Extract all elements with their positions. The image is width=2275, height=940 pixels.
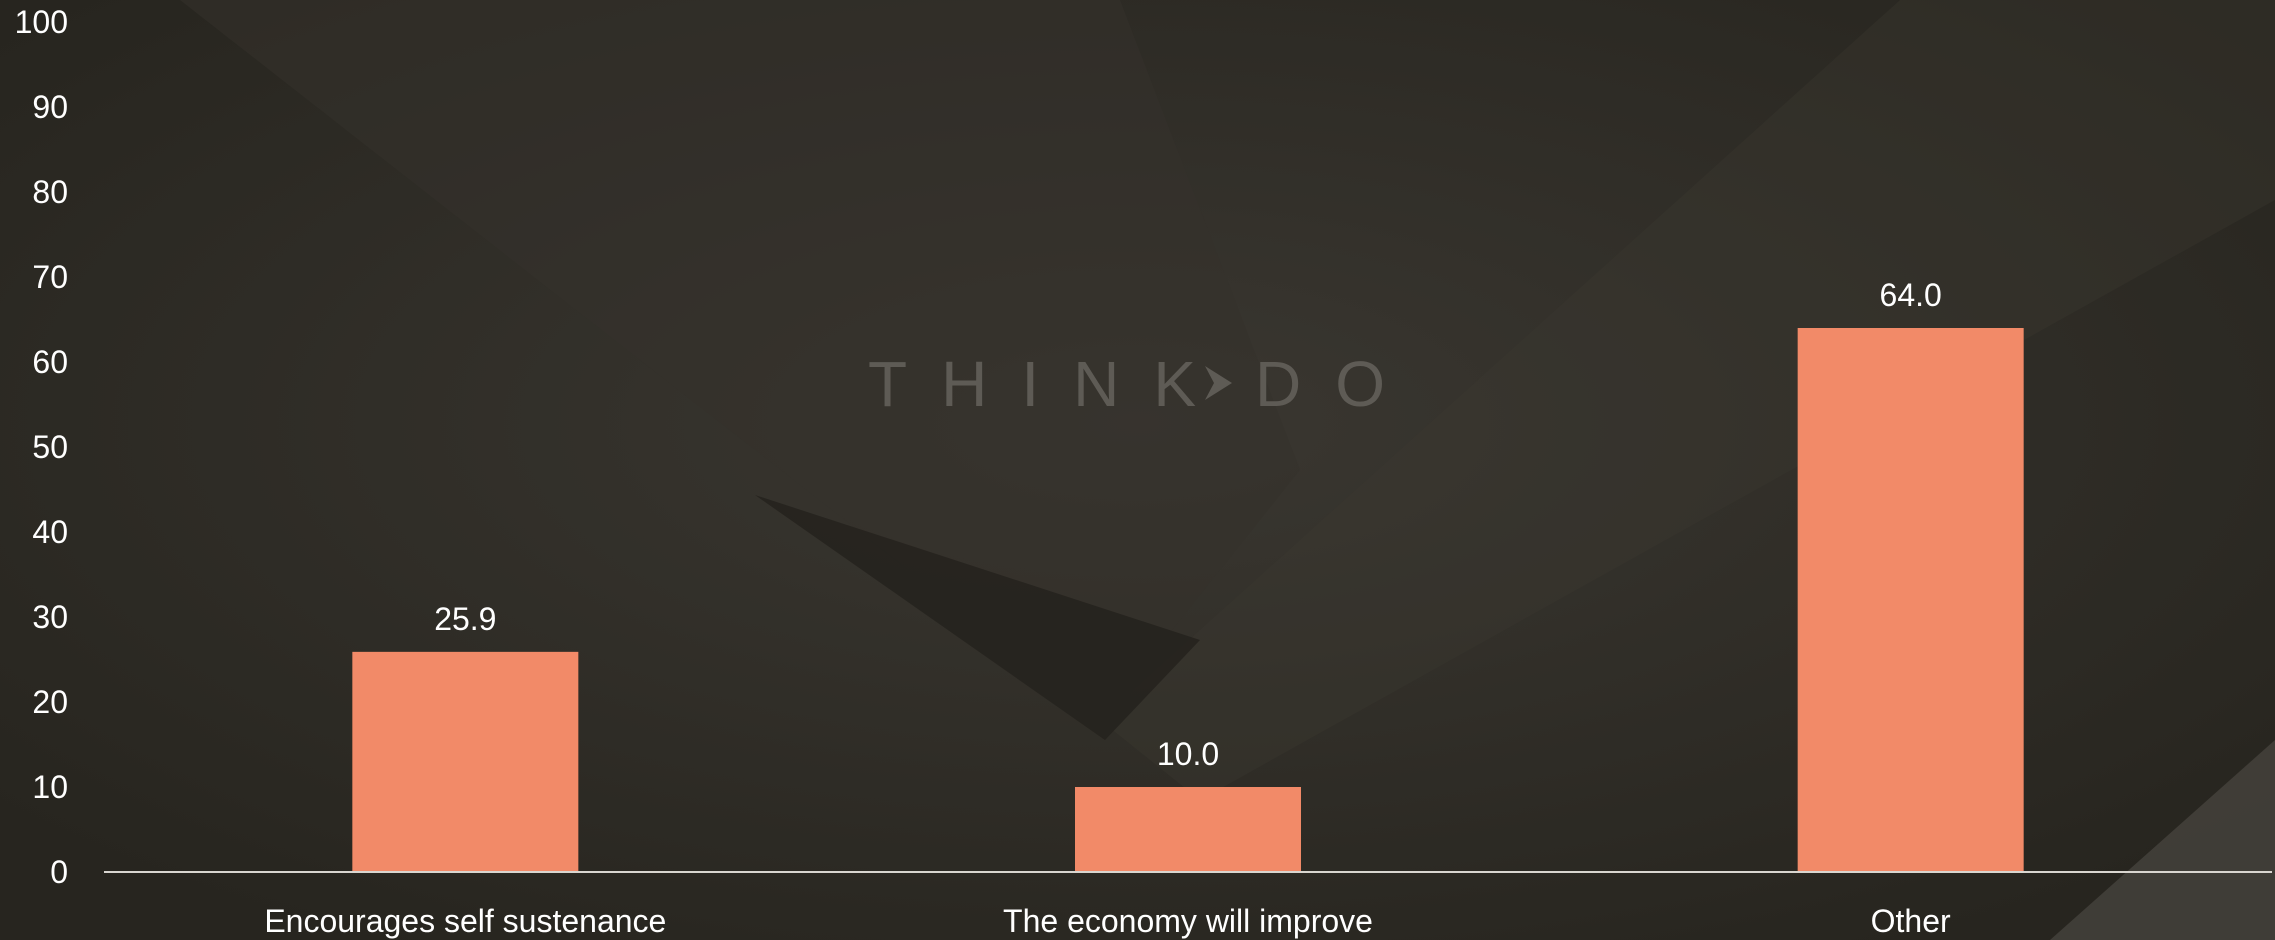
y-tick-label: 50 [32, 429, 68, 465]
bar-chart: THINK DO 0 10 20 30 40 50 60 70 80 90 100 25.9 10.0… [15, 4, 2272, 939]
y-tick-label: 20 [32, 684, 68, 720]
bar-value-label: 25.9 [434, 601, 496, 637]
y-tick-label: 40 [32, 514, 68, 550]
category-label: Other [1871, 903, 1951, 939]
bar [352, 651, 579, 872]
watermark-think-text: THINK [868, 348, 1230, 420]
y-tick-label: 90 [32, 89, 68, 125]
thinkdo-watermark-logo: THINK DO [868, 348, 1419, 420]
y-tick-label: 0 [50, 854, 68, 890]
watermark-do-text: DO [1255, 348, 1419, 420]
category-labels: Encourages self sustenance The economy wi… [264, 903, 1951, 939]
y-tick-label: 80 [32, 174, 68, 210]
category-label: The economy will improve [1003, 903, 1373, 939]
chart-slide: THINK DO 0 10 20 30 40 50 60 70 80 90 100 25.9 10.0… [0, 0, 2275, 940]
bar [1797, 328, 2024, 872]
y-tick-label: 100 [15, 4, 68, 40]
y-tick-label: 10 [32, 769, 68, 805]
bar [1075, 787, 1301, 872]
bar-value-label: 10.0 [1157, 736, 1219, 772]
y-tick-label: 30 [32, 599, 68, 635]
bar-value-label: 64.0 [1880, 277, 1942, 313]
y-axis-ticks: 0 10 20 30 40 50 60 70 80 90 100 [15, 4, 68, 890]
y-tick-label: 60 [32, 344, 68, 380]
category-label: Encourages self sustenance [264, 903, 666, 939]
y-tick-label: 70 [32, 259, 68, 295]
